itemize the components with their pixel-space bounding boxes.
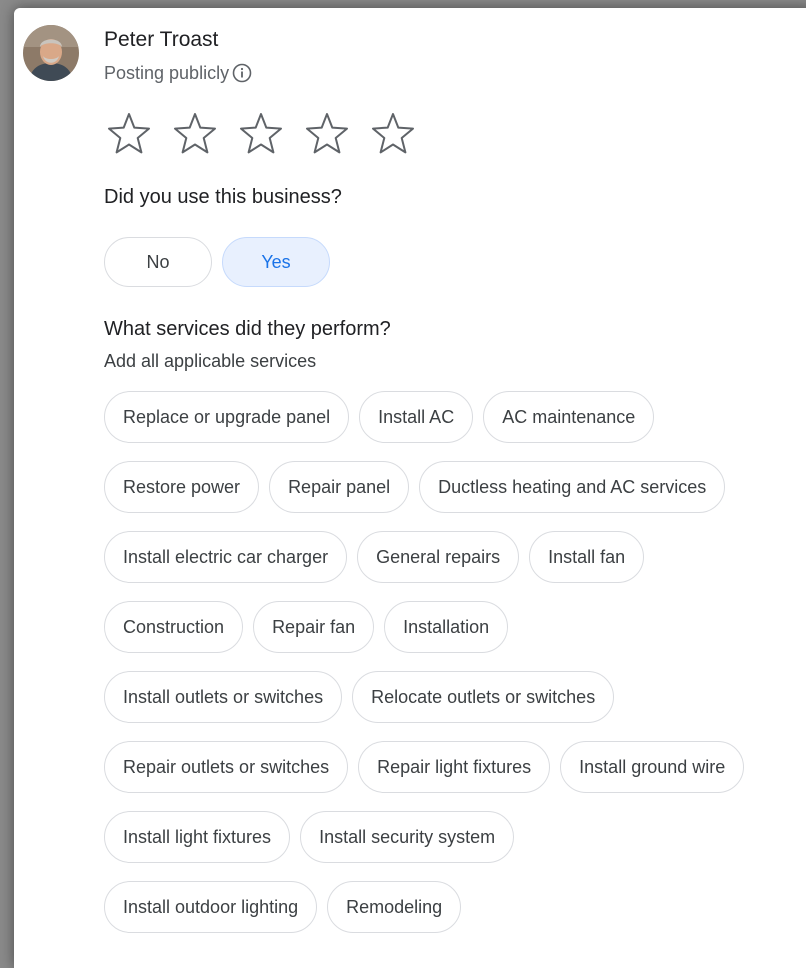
chip-row: Construction Repair fan Installation — [104, 601, 806, 653]
info-icon[interactable] — [231, 62, 253, 84]
user-name: Peter Troast — [104, 28, 219, 51]
service-chip[interactable]: Repair fan — [253, 601, 375, 653]
yes-button[interactable]: Yes — [222, 237, 330, 287]
chip-row: Install electric car charger General repa… — [104, 531, 806, 583]
service-chip[interactable]: Ductless heating and AC services — [419, 461, 726, 513]
service-chip[interactable]: Replace or upgrade panel — [104, 391, 350, 443]
service-chip[interactable]: Repair light fixtures — [358, 741, 551, 793]
service-chip[interactable]: Install electric car charger — [104, 531, 348, 583]
star-icon-2[interactable] — [171, 110, 219, 158]
star-icon-5[interactable] — [369, 110, 417, 158]
chip-row: Install light fixtures Install security s… — [104, 811, 806, 863]
star-icon-1[interactable] — [105, 110, 153, 158]
service-chip[interactable]: AC maintenance — [483, 391, 655, 443]
service-chip[interactable]: Install light fixtures — [104, 811, 291, 863]
no-button[interactable]: No — [104, 237, 212, 287]
chip-row: Install outlets or switches Relocate outl… — [104, 671, 806, 723]
service-chip[interactable]: Install security system — [300, 811, 515, 863]
services-question: What services did they perform? — [104, 318, 391, 340]
service-chip[interactable]: General repairs — [357, 531, 520, 583]
chip-row: Replace or upgrade panel Install AC AC mai… — [104, 391, 806, 443]
posting-status: Posting publicly — [104, 62, 253, 84]
posting-status-label: Posting publicly — [104, 63, 230, 83]
star-icon-4[interactable] — [303, 110, 351, 158]
star-rating — [105, 110, 435, 158]
chip-row: Repair outlets or switches Repair light f… — [104, 741, 806, 793]
service-chip[interactable]: Relocate outlets or switches — [352, 671, 615, 723]
avatar — [23, 25, 79, 81]
service-chip[interactable]: Repair outlets or switches — [104, 741, 349, 793]
service-chip[interactable]: Install fan — [529, 531, 645, 583]
service-chip[interactable]: Install ground wire — [560, 741, 745, 793]
service-chip[interactable]: Install outlets or switches — [104, 671, 343, 723]
chip-row: Install outdoor lighting Remodeling — [104, 881, 806, 933]
service-chip[interactable]: Install outdoor lighting — [104, 881, 318, 933]
service-chip[interactable]: Construction — [104, 601, 244, 653]
service-chip[interactable]: Repair panel — [269, 461, 410, 513]
service-chip[interactable]: Remodeling — [327, 881, 462, 933]
service-chip-list: Replace or upgrade panel Install AC AC mai… — [104, 391, 806, 951]
review-panel: Peter Troast Posting publicly Did you us… — [14, 8, 806, 968]
services-subtitle: Add all applicable services — [104, 351, 317, 371]
service-chip[interactable]: Restore power — [104, 461, 260, 513]
service-chip[interactable]: Installation — [384, 601, 509, 653]
service-chip[interactable]: Install AC — [359, 391, 474, 443]
star-icon-3[interactable] — [237, 110, 285, 158]
chip-row: Restore power Repair panel Ductless heatin… — [104, 461, 806, 513]
used-business-question: Did you use this business? — [104, 186, 342, 208]
